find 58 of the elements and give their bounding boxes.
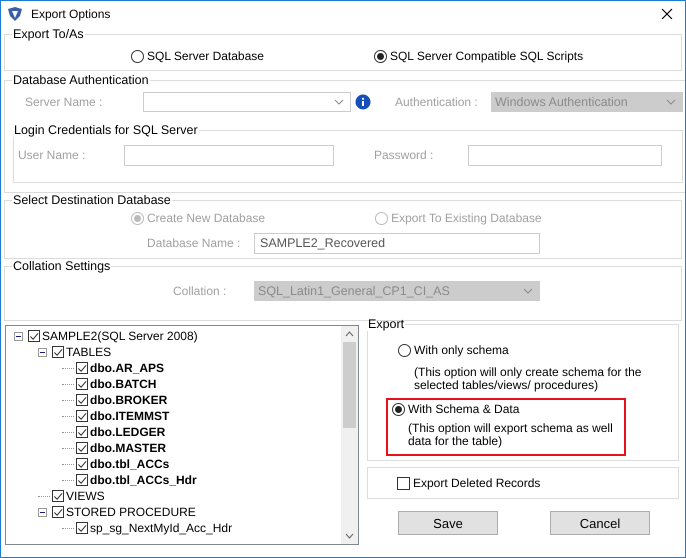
chevron-down-icon [334, 99, 344, 105]
shield-logo-icon [7, 6, 23, 22]
radio-option[interactable]: SQL Server Compatible SQL Scripts [374, 49, 584, 63]
tree-item[interactable]: sp_sg_NextMyId_Acc_Hdr [90, 521, 232, 535]
dialog-button[interactable]: Save [398, 511, 498, 535]
tree-item[interactable]: dbo.BATCH [90, 377, 156, 391]
tree-item[interactable]: dbo.BROKER [90, 393, 168, 407]
radio-option[interactable]: SQL Server Database [131, 49, 264, 63]
option-description: (This option will only create schema for the selected tables/views/ procedures) [414, 366, 642, 392]
group-title: Collation Settings [12, 259, 112, 273]
checkbox[interactable] [76, 394, 88, 406]
scrollbar[interactable] [341, 326, 358, 544]
group-title: Export [367, 317, 406, 331]
tree-item[interactable]: dbo.MASTER [90, 441, 166, 455]
dialog-button[interactable]: Cancel [550, 511, 650, 535]
chevron-down-icon [666, 99, 676, 105]
field-label: Password : [374, 148, 434, 162]
scroll-down-icon[interactable] [345, 533, 354, 539]
checkbox[interactable] [76, 426, 88, 438]
tree-item[interactable]: VIEWS [66, 489, 105, 503]
tree-item[interactable]: SAMPLE2(SQL Server 2008) [42, 329, 198, 343]
collapse-icon[interactable] [14, 332, 23, 340]
chevron-down-icon [523, 288, 533, 294]
option-description: (This option will export schema as well data for the table) [408, 422, 614, 448]
field-label: Collation : [173, 284, 228, 298]
checkbox[interactable] [76, 458, 88, 470]
group-title: Export To/As [12, 27, 85, 41]
checkbox[interactable] [52, 490, 64, 502]
tree-item[interactable]: dbo.LEDGER [90, 425, 166, 439]
field-label: User Name : [17, 148, 86, 162]
tree-item[interactable]: dbo.tbl_ACCs [90, 457, 170, 471]
radio-option[interactable]: With only schema [398, 343, 509, 357]
group-title: Login Credentials for SQL Server [13, 123, 199, 137]
checkbox[interactable] [28, 330, 40, 342]
tree-item[interactable]: TABLES [66, 345, 112, 359]
collapse-icon[interactable] [38, 508, 47, 516]
field-label: Server Name : [24, 95, 104, 109]
checkbox[interactable] [76, 474, 88, 486]
checkbox[interactable] [76, 522, 88, 534]
window-title: Export Options [31, 7, 110, 21]
field-label: Database Name : [147, 236, 242, 250]
tree-item[interactable]: dbo.tbl_ACCs_Hdr [90, 473, 197, 487]
checkbox[interactable] [76, 410, 88, 422]
tree-item[interactable]: STORED PROCEDURE [66, 505, 196, 519]
radio-option[interactable]: With Schema & Data [392, 402, 520, 416]
close-icon[interactable] [661, 8, 673, 20]
tree-item[interactable]: dbo.ITEMMST [90, 409, 170, 423]
checkbox[interactable] [76, 362, 88, 374]
collapse-icon[interactable] [38, 348, 47, 356]
group-title: Database Authentication [12, 73, 150, 87]
checkbox[interactable] [52, 506, 64, 518]
field-label: Authentication : [395, 95, 479, 109]
group-title: Select Destination Database [12, 193, 172, 207]
checkbox[interactable] [76, 442, 88, 454]
scroll-up-icon[interactable] [345, 331, 354, 337]
checkbox[interactable] [76, 378, 88, 390]
checkbox[interactable] [52, 346, 64, 358]
tree-item[interactable]: dbo.AR_APS [90, 361, 164, 375]
